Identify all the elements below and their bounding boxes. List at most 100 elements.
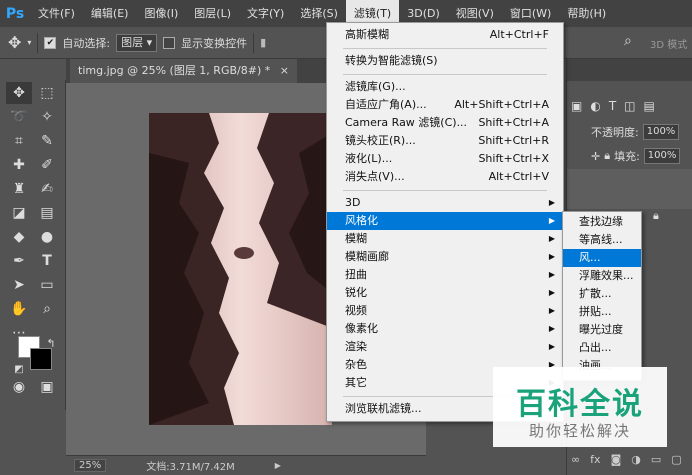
adjustment-layer-icon[interactable]: ◑ bbox=[631, 453, 641, 466]
link-layers-icon[interactable]: ∞ bbox=[571, 453, 580, 466]
zoom-level-field[interactable]: 25% bbox=[74, 459, 107, 472]
stylize-submenu: 查找边缘 等高线... 风... 浮雕效果... 扩散... 拼贴... 曝光过… bbox=[562, 211, 642, 381]
lock-pixels-icon[interactable]: ✛ bbox=[591, 150, 600, 163]
stylize-item-tiles[interactable]: 拼贴... bbox=[563, 303, 641, 321]
filter-menu-item-sharpen[interactable]: 锐化 ▶ bbox=[327, 284, 563, 302]
canvas-image[interactable] bbox=[149, 113, 332, 425]
watermark-logo: 百科全说 助你轻松解决 bbox=[493, 367, 667, 447]
pen-tool-icon[interactable]: ✒ bbox=[6, 250, 32, 272]
filter-menu-item-camera-raw[interactable]: Camera Raw 滤镜(C)... Shift+Ctrl+A bbox=[327, 114, 563, 132]
filter-menu-item-gaussian-blur[interactable]: 高斯模糊 Alt+Ctrl+F bbox=[327, 26, 563, 44]
align-top-icon[interactable]: ▮ bbox=[260, 36, 266, 49]
zoom-tool-icon[interactable]: ⌕ bbox=[34, 298, 60, 320]
opacity-input[interactable]: 100% bbox=[642, 124, 680, 140]
lock-all-icon[interactable]: 🔒︎ bbox=[604, 149, 610, 163]
filter-menu-item-adaptive-wide-angle[interactable]: 自适应广角(A)... Alt+Shift+Ctrl+A bbox=[327, 96, 563, 114]
eraser-tool-icon[interactable]: ◪ bbox=[6, 202, 32, 224]
stylize-item-wind[interactable]: 风... bbox=[563, 249, 641, 267]
filter-menu-item-render[interactable]: 渲染 ▶ bbox=[327, 338, 563, 356]
status-arrow-icon[interactable]: ▶ bbox=[275, 461, 281, 470]
crop-tool-icon[interactable]: ⌗ bbox=[6, 130, 32, 152]
filter-smart-icon[interactable]: ▤ bbox=[644, 99, 655, 113]
filter-type-icon[interactable]: T bbox=[609, 99, 616, 113]
menu-help[interactable]: 帮助(H) bbox=[559, 0, 614, 27]
search-icon[interactable]: ⌕ bbox=[624, 33, 632, 49]
close-tab-icon[interactable]: × bbox=[280, 64, 289, 77]
fill-input[interactable]: 100% bbox=[643, 148, 681, 164]
filter-menu-item-smart-filter[interactable]: 转换为智能滤镜(S) bbox=[327, 52, 563, 70]
history-brush-tool-icon[interactable]: ✍ bbox=[34, 178, 60, 200]
menu-layer[interactable]: 图层(L) bbox=[186, 0, 239, 27]
path-selection-tool-icon[interactable]: ➤ bbox=[6, 274, 32, 296]
menu-image[interactable]: 图像(I) bbox=[136, 0, 186, 27]
add-mask-icon[interactable]: ◙ bbox=[611, 453, 622, 466]
filter-menu-item-video[interactable]: 视频 ▶ bbox=[327, 302, 563, 320]
separator bbox=[37, 32, 39, 53]
gradient-tool-icon[interactable]: ▤ bbox=[34, 202, 60, 224]
filter-shape-icon[interactable]: ◫ bbox=[624, 99, 635, 113]
mid-rock bbox=[234, 247, 254, 259]
auto-select-checkbox[interactable]: ✔ bbox=[44, 36, 57, 49]
marquee-tool-icon[interactable]: ⬚ bbox=[34, 82, 60, 104]
filter-menu-item-distort[interactable]: 扭曲 ▶ bbox=[327, 266, 563, 284]
submenu-arrow-icon: ▶ bbox=[548, 288, 555, 297]
filter-menu-item-label: 高斯模糊 bbox=[345, 28, 389, 41]
background-color-swatch[interactable] bbox=[30, 348, 52, 370]
hand-tool-icon[interactable]: ✋ bbox=[6, 298, 32, 320]
filter-adjust-icon[interactable]: ◐ bbox=[590, 99, 600, 113]
type-tool-icon[interactable]: T bbox=[34, 250, 60, 272]
filter-menu-item-blur[interactable]: 模糊 ▶ bbox=[327, 230, 563, 248]
brush-tool-icon[interactable]: ✐ bbox=[34, 154, 60, 176]
fx-icon[interactable]: fx bbox=[590, 453, 600, 466]
opacity-label: 不透明度: bbox=[591, 126, 639, 139]
eyedropper-tool-icon[interactable]: ✎ bbox=[34, 130, 60, 152]
rectangle-tool-icon[interactable]: ▭ bbox=[34, 274, 60, 296]
stylize-item-trace-contour[interactable]: 等高线... bbox=[563, 231, 641, 249]
watermark-subtitle: 助你轻松解决 bbox=[528, 422, 631, 440]
stylize-item-extrude[interactable]: 凸出... bbox=[563, 339, 641, 357]
stylize-item-emboss[interactable]: 浮雕效果... bbox=[563, 267, 641, 285]
new-group-icon[interactable]: ▭ bbox=[651, 453, 661, 466]
filter-menu-item-3d[interactable]: 3D ▶ bbox=[327, 194, 563, 212]
stylize-item-solarize[interactable]: 曝光过度 bbox=[563, 321, 641, 339]
magic-wand-tool-icon[interactable]: ✧ bbox=[34, 106, 60, 128]
move-icon[interactable]: ✥ bbox=[8, 33, 21, 52]
blur-tool-icon[interactable]: ◆ bbox=[6, 226, 32, 248]
auto-select-target-dropdown[interactable]: 图层 ▾ bbox=[116, 33, 158, 52]
show-transform-label: 显示变换控件 bbox=[181, 36, 248, 50]
lasso-tool-icon[interactable]: ➰ bbox=[6, 106, 32, 128]
layer-row[interactable] bbox=[567, 169, 692, 209]
screen-mode-icon[interactable]: ▣ bbox=[34, 376, 60, 398]
clone-stamp-tool-icon[interactable]: ♜ bbox=[6, 178, 32, 200]
menu-type[interactable]: 文字(Y) bbox=[239, 0, 292, 27]
document-info[interactable]: 文档:3.71M/7.42M bbox=[146, 458, 235, 473]
filter-menu-item-filter-gallery[interactable]: 滤镜库(G)... bbox=[327, 78, 563, 96]
document-tab[interactable]: timg.jpg @ 25% (图层 1, RGB/8#) * × bbox=[70, 59, 297, 83]
new-layer-icon[interactable]: ▢ bbox=[671, 453, 681, 466]
healing-brush-tool-icon[interactable]: ✚ bbox=[6, 154, 32, 176]
mode-3d-label[interactable]: 3D 模式 bbox=[650, 36, 687, 51]
panel-header bbox=[567, 59, 692, 81]
filter-menu-item-pixelate[interactable]: 像素化 ▶ bbox=[327, 320, 563, 338]
menu-file[interactable]: 文件(F) bbox=[30, 0, 83, 27]
show-transform-checkbox[interactable] bbox=[163, 36, 176, 49]
filter-menu-item-shortcut: Alt+Ctrl+V bbox=[488, 170, 549, 183]
filter-menu-item-shortcut: Alt+Ctrl+F bbox=[489, 28, 549, 41]
filter-menu-item-label: 像素化 bbox=[345, 322, 378, 335]
menu-edit[interactable]: 编辑(E) bbox=[83, 0, 137, 27]
filter-menu-item-shortcut: Shift+Ctrl+X bbox=[478, 152, 549, 165]
menu-divider bbox=[343, 74, 547, 75]
filter-menu-item-label: 风格化 bbox=[345, 214, 378, 227]
filter-pixel-icon[interactable]: ▣ bbox=[571, 99, 582, 113]
filter-menu-item-stylize[interactable]: 风格化 ▶ bbox=[327, 212, 563, 230]
dodge-tool-icon[interactable]: ● bbox=[34, 226, 60, 248]
move-tool-icon[interactable]: ✥ bbox=[6, 82, 32, 104]
stylize-item-diffuse[interactable]: 扩散... bbox=[563, 285, 641, 303]
stylize-item-find-edges[interactable]: 查找边缘 bbox=[563, 213, 641, 231]
filter-menu-item-lens-correction[interactable]: 镜头校正(R)... Shift+Ctrl+R bbox=[327, 132, 563, 150]
tool-preset-chevron-icon[interactable]: ▾ bbox=[27, 38, 31, 47]
quick-mask-icon[interactable]: ◉ bbox=[6, 376, 32, 398]
filter-menu-item-liquify[interactable]: 液化(L)... Shift+Ctrl+X bbox=[327, 150, 563, 168]
filter-menu-item-blur-gallery[interactable]: 模糊画廊 ▶ bbox=[327, 248, 563, 266]
filter-menu-item-vanishing-point[interactable]: 消失点(V)... Alt+Ctrl+V bbox=[327, 168, 563, 186]
